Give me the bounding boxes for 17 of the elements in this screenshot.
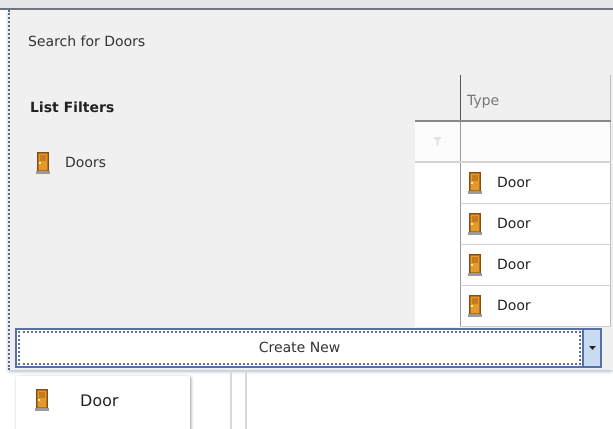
dropdown-button[interactable] [582,330,600,366]
door-icon [467,172,483,194]
filter-field[interactable] [460,122,611,161]
filters-heading: List Filters [30,100,116,116]
door-icon [467,295,483,317]
window-title: Search for Doors [27,33,146,52]
filter-icon[interactable] [433,137,442,146]
door-icon [35,152,51,174]
column-header[interactable]: Type [460,75,611,120]
menu-item[interactable]: Door [16,376,118,411]
create-new-button[interactable]: Create New [18,331,581,365]
table-cell: Door [460,286,611,327]
filter-item[interactable]: Doors [35,152,106,174]
door-icon [467,254,483,276]
caret-icon [588,346,596,350]
door-icon [467,213,483,235]
door-icon [34,389,50,411]
